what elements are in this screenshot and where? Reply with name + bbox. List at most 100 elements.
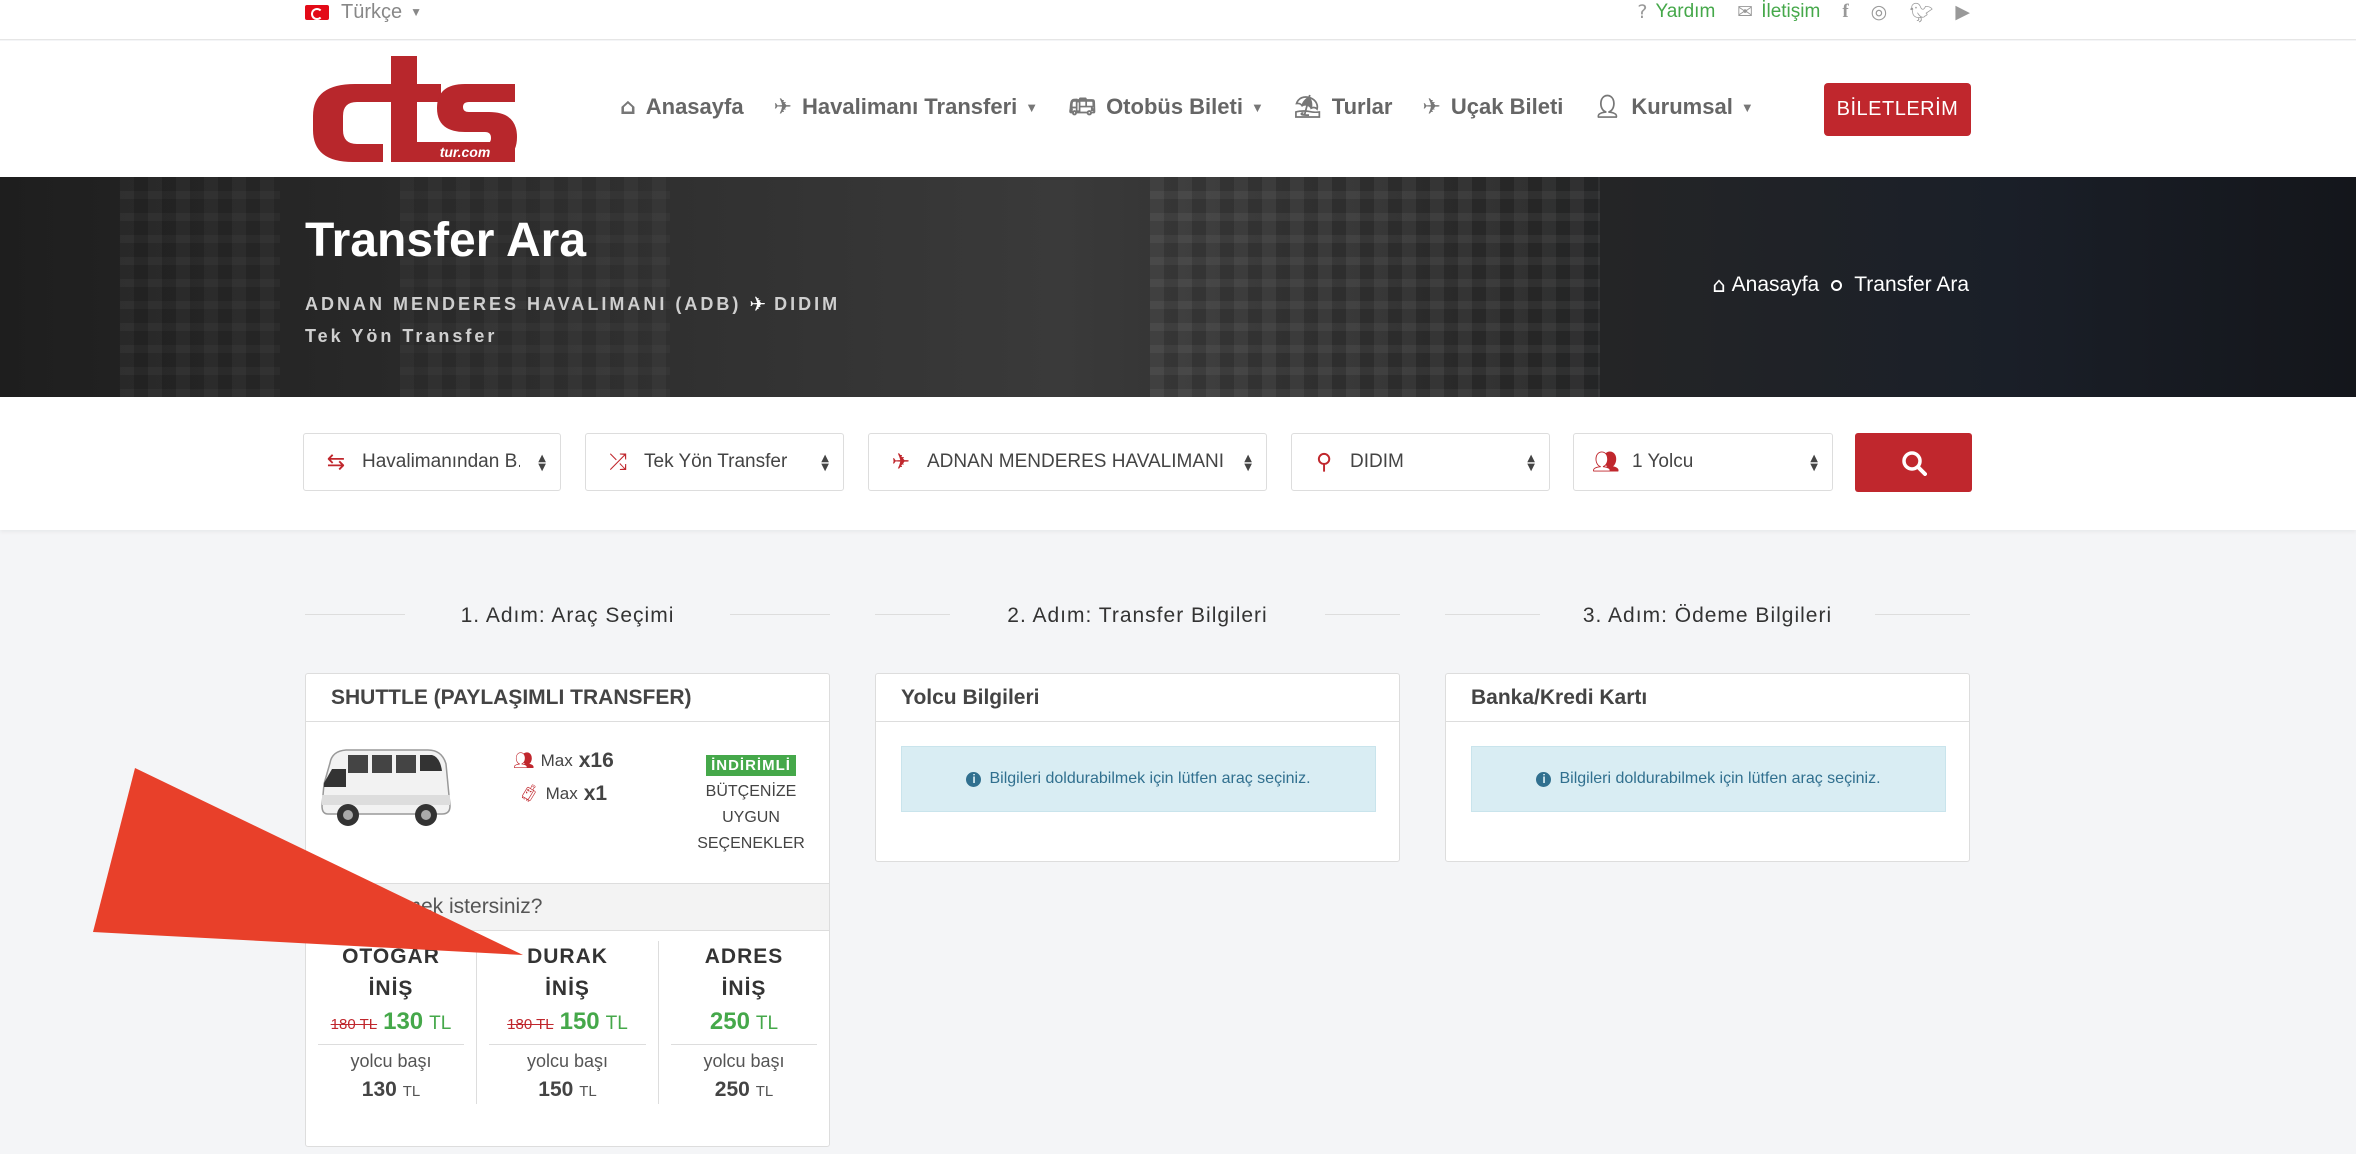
transfer-type-label: Tek Yön Transfer — [305, 326, 498, 346]
step-3-heading: 3. Adım: Ödeme Bilgileri — [1582, 604, 1833, 627]
passenger-max-value: x16 — [578, 749, 614, 772]
currency: TL — [755, 1083, 774, 1100]
badge-text: UYGUN — [722, 809, 780, 826]
per-person-value: 130 — [361, 1078, 397, 1101]
page-title: Transfer Ara — [305, 214, 587, 267]
per-person-price: 130 TL — [306, 1078, 476, 1102]
nav-label: Anasayfa — [645, 94, 744, 119]
chevron-down-icon: ▼ — [1025, 99, 1039, 115]
search-button[interactable] — [1855, 433, 1972, 492]
nav-item-corporate[interactable]: 👤︎ Kurumsal ▼ — [1593, 94, 1753, 120]
nav-item-bus-ticket[interactable]: 🚌︎ Otobüs Bileti ▼ — [1068, 94, 1264, 120]
old-price: 180 TL — [330, 1016, 378, 1033]
badge-text: BÜTÇENİZE — [705, 783, 797, 800]
divider — [875, 614, 950, 615]
map-marker-icon: ⚲ — [1315, 449, 1333, 475]
per-person-label: yolcu başı — [318, 1044, 464, 1072]
contact-link[interactable]: ✉ İletişim — [1737, 1, 1820, 23]
plane-icon: ✈ — [1422, 94, 1441, 120]
select-arrows-icon: ▲ ▼ — [1527, 453, 1535, 473]
minibus-image — [321, 749, 451, 826]
passenger-info-alert: i Bilgileri doldurabilmek için lütfen ar… — [901, 746, 1376, 812]
background-building — [400, 177, 670, 397]
luggage-capacity: 🧳︎ Max x1 — [518, 782, 607, 806]
nav-label: Turlar — [1331, 94, 1393, 119]
select-arrows-icon: ▲ ▼ — [1244, 453, 1252, 473]
youtube-icon[interactable]: ▶ — [1955, 1, 1970, 23]
passengers-select[interactable]: 👥︎ 1 Yolcu ▲ ▼ — [1573, 433, 1833, 491]
breadcrumb-home[interactable]: ⌂ Anasayfa — [1712, 273, 1819, 297]
option-adres[interactable]: ADRES İNİŞ 250 TL yolcu başı 250 TL — [659, 941, 829, 1131]
select-arrows-icon: ▲ ▼ — [821, 453, 829, 473]
option-price: 180 TL 130 TL — [306, 1008, 476, 1036]
option-otogar[interactable]: OTOGAR İNİŞ 180 TL 130 TL yolcu başı 130 T… — [306, 941, 476, 1131]
currency: TL — [429, 1013, 452, 1034]
svg-text:tur.com: tur.com — [440, 144, 491, 160]
nav-label: Kurumsal — [1631, 94, 1733, 119]
chevron-down-icon: ▼ — [410, 5, 423, 19]
language-selector[interactable]: Türkçe ▼ — [305, 0, 422, 24]
help-label: Yardım — [1655, 1, 1716, 22]
help-link[interactable]: ? Yardım — [1637, 1, 1715, 23]
umbrella-beach-icon: ⛱ — [1293, 94, 1322, 120]
direction-select[interactable]: ⇆ Havalimanından B... ▲ ▼ — [303, 433, 561, 491]
passengers-value: 1 Yolcu — [1632, 451, 1694, 472]
nav-item-home[interactable]: ⌂ Anasayfa — [620, 94, 744, 120]
airport-value: ADNAN MENDERES HAVALIMANI (... — [927, 451, 1226, 472]
option-durak[interactable]: DURAK İNİŞ 180 TL 150 TL yolcu başı 150 TL — [477, 941, 658, 1131]
currency: TL — [579, 1083, 597, 1100]
discount-badge: İNDİRİMLİ — [706, 755, 796, 776]
vehicle-info: 👥︎ Max x16 🧳︎ Max x1 İNDİRİMLİ BÜTÇENİZE… — [306, 723, 829, 881]
luggage-max-value: x1 — [583, 782, 608, 805]
dropoff-question: ...mek istersiniz? — [306, 883, 829, 931]
airport-select[interactable]: ✈ ADNAN MENDERES HAVALIMANI (... ▲ ▼ — [868, 433, 1267, 491]
hero-banner: Transfer Ara ADNAN MENDERES HAVALIMANI (… — [0, 177, 2356, 397]
cts-logo[interactable]: tur.com — [305, 56, 517, 166]
currency: TL — [402, 1083, 421, 1100]
twitter-icon[interactable]: 🐦︎ — [1909, 1, 1933, 24]
facebook-icon[interactable]: f — [1842, 1, 1848, 23]
nav-item-flight-ticket[interactable]: ✈ Uçak Bileti — [1422, 94, 1563, 120]
signpost-icon: ⇆ — [326, 449, 346, 475]
divider — [1445, 614, 1540, 615]
nav-item-tours[interactable]: ⛱ Turlar — [1294, 94, 1393, 120]
turkey-flag-icon — [305, 4, 329, 20]
divider — [1875, 614, 1970, 615]
per-person-price: 150 TL — [477, 1078, 658, 1102]
per-person-price: 250 TL — [659, 1078, 829, 1102]
search-icon — [1901, 450, 1927, 476]
payment-card-title: Banka/Kredi Kartı — [1446, 674, 1969, 722]
plane-arrival-icon: ✈ — [891, 449, 911, 475]
route-from: ADNAN MENDERES HAVALIMANI (ADB) — [305, 293, 742, 314]
nav-item-airport-transfer[interactable]: ✈ Havalimanı Transferi ▼ — [774, 94, 1039, 120]
top-links: ? Yardım ✉ İletişim f ◎ 🐦︎ ▶ — [1637, 0, 1970, 24]
payment-info-alert: i Bilgileri doldurabilmek için lütfen ar… — [1471, 746, 1946, 812]
shuffle-icon: ⤮ — [609, 449, 627, 475]
step-1-heading: 1. Adım: Araç Seçimi — [460, 604, 675, 627]
nav-label: Otobüs Bileti — [1106, 94, 1243, 119]
plane-arrival-icon: ✈ — [749, 292, 767, 316]
per-person-value: 150 — [538, 1078, 574, 1101]
my-tickets-button[interactable]: BİLETLERİM — [1824, 83, 1971, 136]
destination-select[interactable]: ⚲ DIDIM ▲ ▼ — [1291, 433, 1550, 491]
route-label: ADNAN MENDERES HAVALIMANI (ADB) ✈ DIDIM — [305, 292, 840, 316]
badge-text: SEÇENEKLER — [697, 835, 805, 852]
bus-icon: 🚌︎ — [1068, 94, 1097, 120]
language-label: Türkçe — [341, 0, 403, 23]
chevron-down-icon: ▼ — [1250, 99, 1264, 115]
currency: TL — [755, 1013, 779, 1034]
chevron-down-icon: ▼ — [1740, 99, 1754, 115]
option-title: İNİŞ — [721, 977, 767, 1000]
new-price: 130 — [383, 1008, 424, 1035]
question-circle-icon: ? — [1637, 1, 1648, 23]
instagram-icon[interactable]: ◎ — [1871, 1, 1888, 23]
envelope-icon: ✉ — [1737, 1, 1754, 23]
user-tie-icon: 👤︎ — [1593, 94, 1622, 120]
option-price: 250 TL — [659, 1008, 829, 1036]
info-circle-icon: i — [1536, 771, 1552, 787]
main-header: tur.com ⌂ Anasayfa ✈ Havalimanı Transferi ▼… — [0, 41, 2356, 177]
per-person-label: yolcu başı — [489, 1044, 646, 1072]
passenger-info-card: Yolcu Bilgileri i Bilgileri doldurabilme… — [875, 673, 1400, 862]
option-title: ADRES — [704, 945, 784, 968]
trip-type-select[interactable]: ⤮ Tek Yön Transfer ▲ ▼ — [585, 433, 844, 491]
